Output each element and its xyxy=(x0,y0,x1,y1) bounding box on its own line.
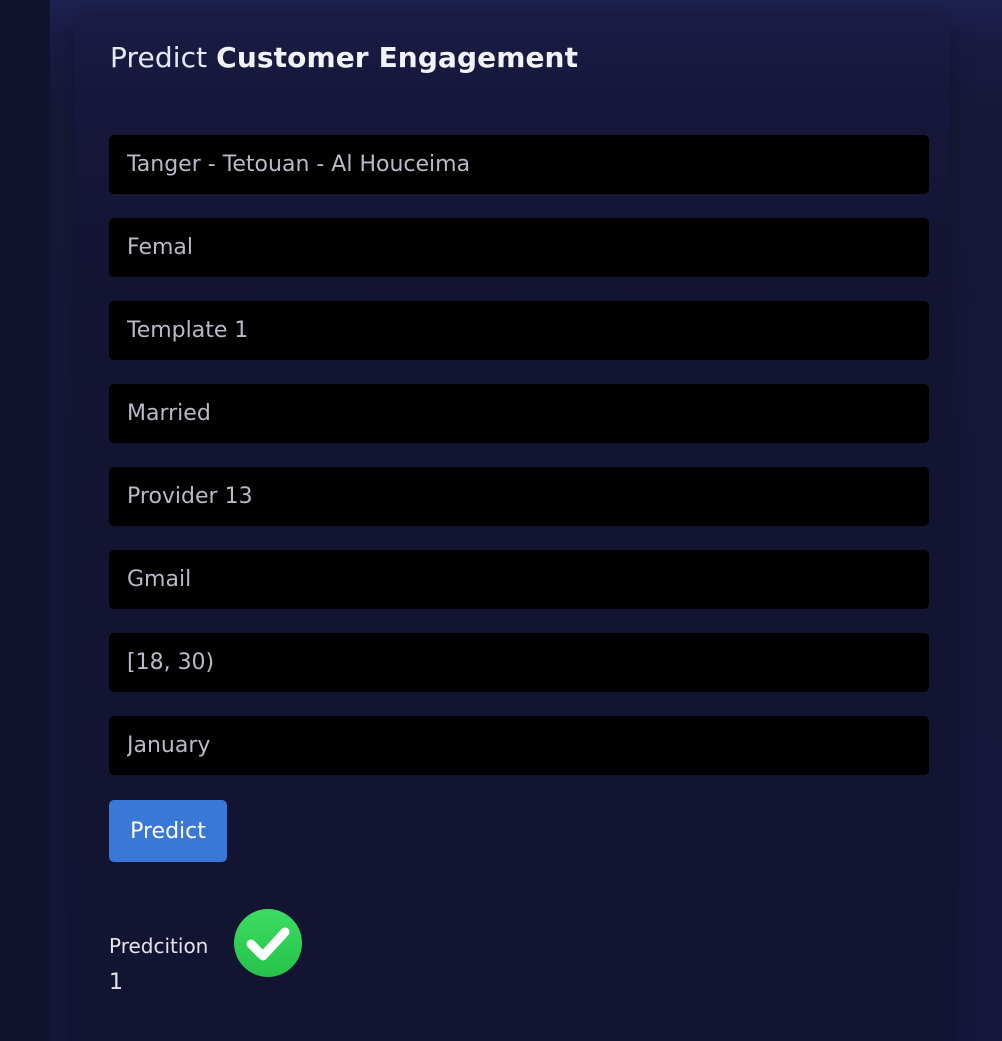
left-sidebar-strip xyxy=(0,0,50,1041)
template-field[interactable] xyxy=(109,301,929,360)
month-field[interactable] xyxy=(109,716,929,775)
prediction-label: Predcition xyxy=(109,934,209,958)
gender-field[interactable] xyxy=(109,218,929,277)
prediction-card: Predict Customer Engagement Predict Pred… xyxy=(74,17,950,1041)
email-domain-field[interactable] xyxy=(109,550,929,609)
marital-status-field[interactable] xyxy=(109,384,929,443)
prediction-value: 1 xyxy=(109,970,123,995)
title-prefix: Predict xyxy=(110,41,208,74)
predict-button[interactable]: Predict xyxy=(109,800,227,862)
page: Predict Customer Engagement Predict Pred… xyxy=(0,0,1002,1041)
region-field[interactable] xyxy=(109,135,929,194)
card-title: Predict Customer Engagement xyxy=(110,41,578,74)
age-range-field[interactable] xyxy=(109,633,929,692)
check-circle-icon xyxy=(234,909,302,977)
title-bold: Customer Engagement xyxy=(216,41,579,74)
provider-field[interactable] xyxy=(109,467,929,526)
